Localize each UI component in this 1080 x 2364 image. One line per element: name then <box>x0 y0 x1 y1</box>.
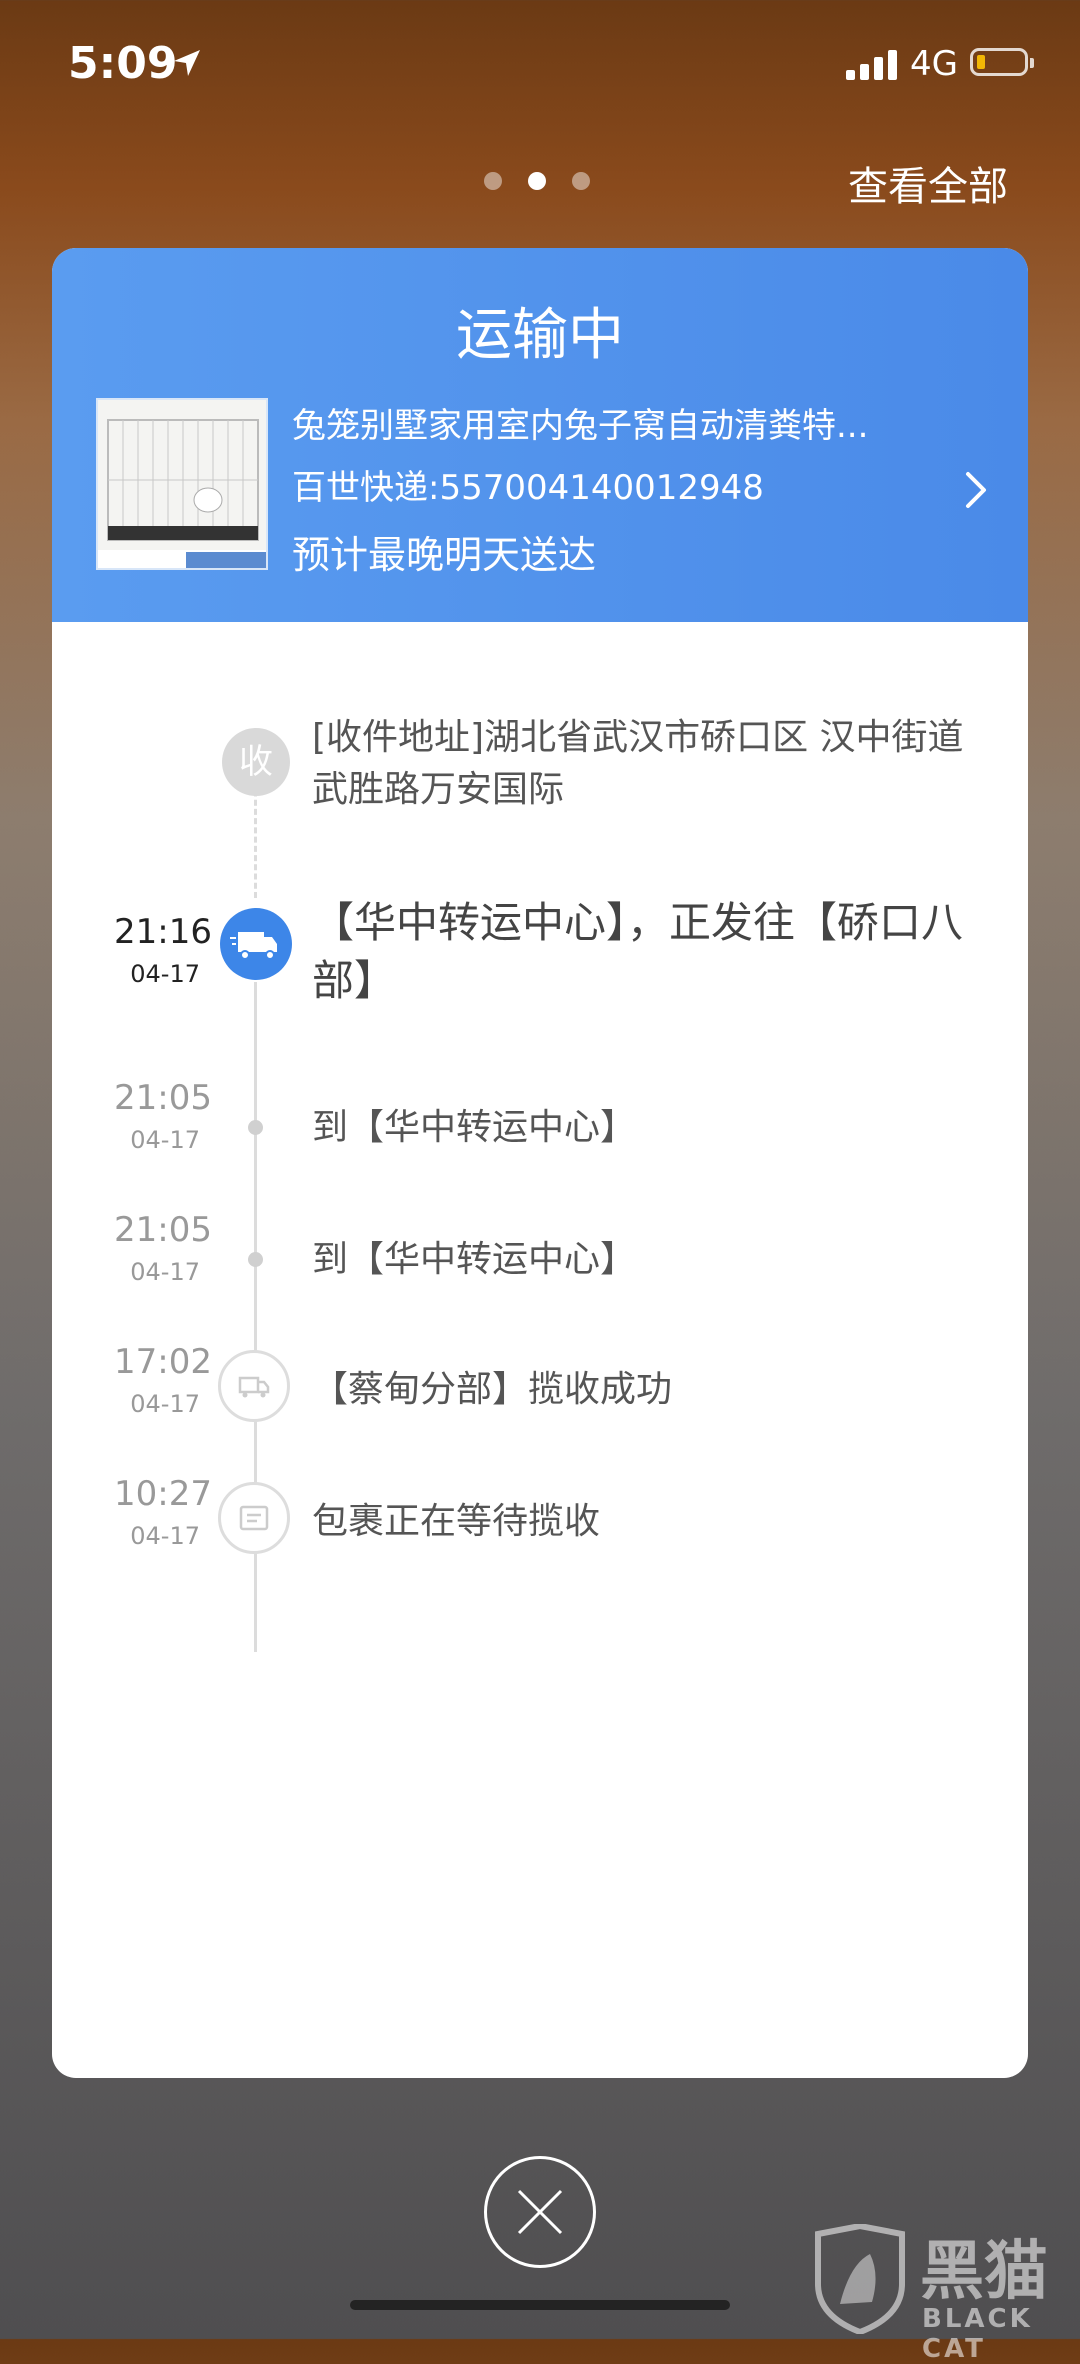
watermark-logo: 黑猫 BLACK CAT <box>810 2220 1080 2364</box>
event-text: 到【华中转运中心】 <box>312 1107 637 1148</box>
tracking-number: 百世快递:557004140012948 <box>292 468 764 508</box>
timeline-dot <box>248 1120 263 1135</box>
event-time: 21:05 04-17 <box>114 1078 212 1154</box>
receiver-address: [收件地址]湖北省武汉市硚口区 汉中街道 武胜路万安国际 <box>312 717 964 810</box>
network-type: 4G <box>910 44 958 84</box>
close-icon <box>517 2189 563 2235</box>
product-thumbnail <box>96 398 268 570</box>
receiver-badge: 收 <box>222 728 290 796</box>
event-time: 21:05 04-17 <box>114 1210 212 1286</box>
package-icon <box>218 1482 290 1554</box>
card-header[interactable]: 运输中 兔笼别墅家用室内兔子窝自动清粪特... 百世快递:55700414001… <box>52 248 1028 622</box>
battery-icon <box>970 48 1034 76</box>
event-text: 包裹正在等待揽收 <box>312 1501 601 1542</box>
event-time: 17:02 04-17 <box>114 1342 212 1418</box>
close-button[interactable] <box>484 2156 596 2268</box>
product-name: 兔笼别墅家用室内兔子窝自动清粪特... <box>292 406 869 446</box>
estimated-delivery: 预计最晚明天送达 <box>292 533 597 577</box>
event-text: 【蔡甸分部】揽收成功 <box>312 1369 673 1410</box>
chevron-right-icon[interactable] <box>962 470 990 510</box>
page-indicator <box>484 172 590 190</box>
event-text: 【华中转运中心】，正发往【硚口八部】 <box>312 898 964 1005</box>
truck-icon <box>220 908 292 980</box>
event-text: 到【华中转运中心】 <box>312 1239 637 1280</box>
logistics-card: 运输中 兔笼别墅家用室内兔子窝自动清粪特... 百世快递:55700414001… <box>52 248 1028 2078</box>
page-dot[interactable] <box>484 172 502 190</box>
signal-icon <box>846 48 897 80</box>
location-arrow-icon <box>174 50 200 76</box>
status-time: 5:09 <box>68 38 178 89</box>
home-indicator[interactable] <box>350 2300 730 2310</box>
event-time: 21:16 04-17 <box>114 912 212 988</box>
status-bar: 5:09 4G <box>0 0 1080 130</box>
page-dot-active[interactable] <box>528 172 546 190</box>
view-all-button[interactable]: 查看全部 <box>848 154 1008 212</box>
timeline-dot <box>248 1252 263 1267</box>
truck-outline-icon <box>218 1350 290 1422</box>
event-time: 10:27 04-17 <box>114 1474 212 1550</box>
shipping-status-title: 运输中 <box>456 303 624 368</box>
page-dot[interactable] <box>572 172 590 190</box>
